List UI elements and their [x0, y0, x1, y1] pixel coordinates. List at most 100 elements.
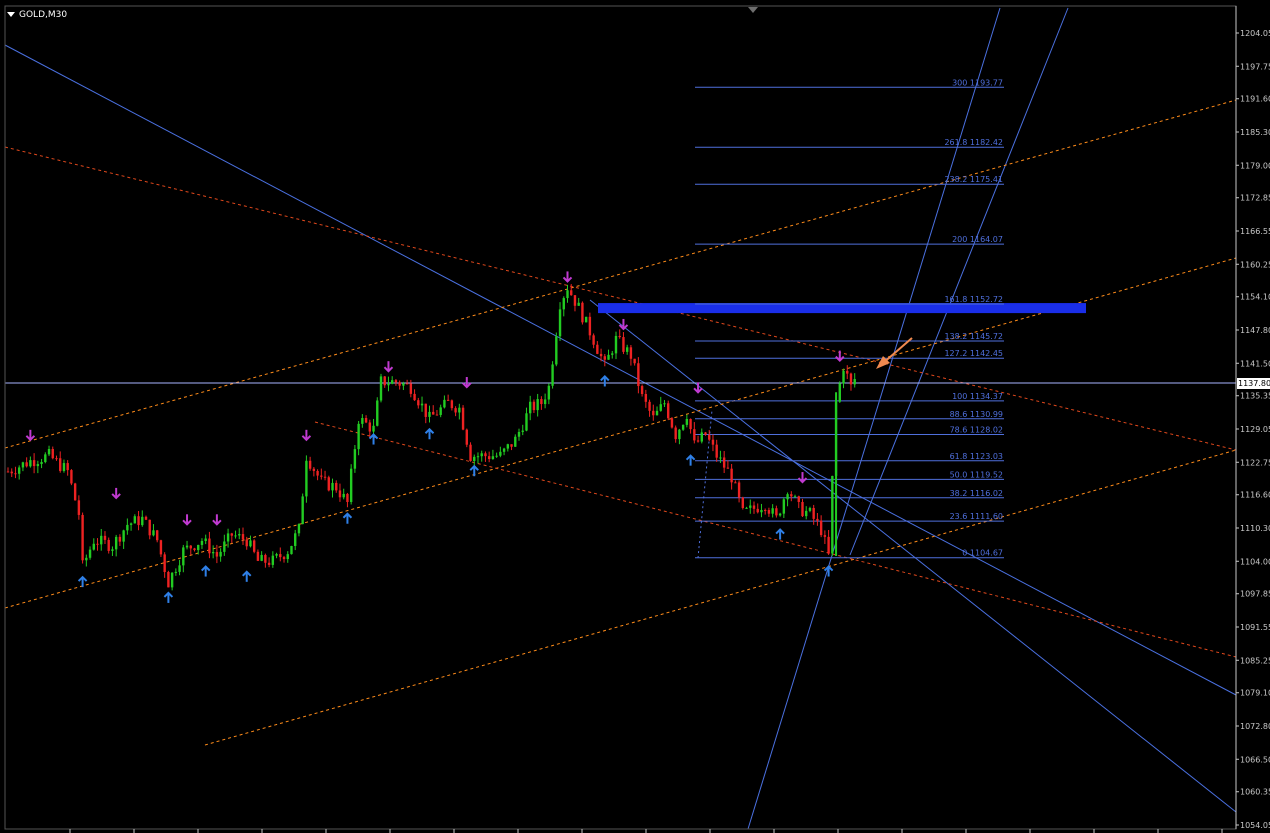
candle-body [47, 448, 51, 455]
candle-body [144, 516, 148, 520]
candle-body [349, 468, 353, 503]
candle-body [543, 399, 547, 405]
signal-arrow-down-icon [462, 377, 472, 389]
candle-body [555, 336, 558, 365]
candle-body [722, 457, 726, 468]
candle-body [185, 545, 189, 548]
candle-body [305, 460, 308, 497]
candle-body [607, 354, 610, 360]
candle-body [133, 516, 137, 524]
candle-body [622, 337, 625, 352]
candle-body [711, 439, 715, 445]
candle-body [208, 538, 211, 554]
candle-body [592, 335, 595, 345]
candle-body [808, 507, 812, 511]
fib-diagonal-dotted [697, 409, 713, 559]
price-tick-label: 1116.60 [1240, 491, 1270, 500]
candle-body [596, 344, 599, 354]
candle-body [238, 534, 241, 536]
candle-body [275, 554, 278, 556]
candle-body [741, 497, 745, 508]
candle-body [424, 403, 427, 417]
candle-body [264, 554, 267, 563]
price-tick-label: 1104.00 [1240, 557, 1270, 566]
gold-m30-chart[interactable]: 0 1104.67 23.6 1111.60 38.2 1116.02 50.0 11… [0, 0, 1270, 833]
candle-body [51, 448, 54, 459]
price-tick-label: 1191.60 [1240, 95, 1270, 104]
candle-body [588, 316, 592, 336]
candle-body [226, 533, 230, 542]
plot-border [4, 5, 1237, 830]
candle-body [540, 399, 543, 405]
signal-arrow-layer [25, 271, 913, 603]
candle-body [159, 540, 163, 555]
candle-body [506, 444, 510, 449]
fib-level-label: 78.6 1128.02 [950, 425, 1003, 434]
candle-body [107, 539, 110, 551]
candle-body [81, 514, 84, 561]
candle-body [44, 454, 47, 463]
candle-body [644, 394, 648, 402]
candle-body [514, 436, 517, 447]
candle-body [308, 460, 312, 469]
signal-arrow-up-icon [685, 454, 696, 466]
candle-body [558, 309, 562, 337]
fib-level-label: 0 1104.67 [962, 549, 1003, 558]
candle-body [394, 380, 398, 383]
candle-body [361, 418, 364, 424]
fib-level-label: 23.6 1111.60 [950, 512, 1003, 521]
candle-body [156, 530, 159, 541]
price-tick-label: 1079.10 [1240, 689, 1270, 698]
candle-body [312, 468, 316, 471]
candle-body [659, 404, 662, 411]
candle-body [335, 482, 338, 491]
candle-body [36, 464, 40, 467]
candle-body [704, 432, 707, 435]
signal-arrow-up-icon [242, 570, 252, 582]
candle-body [338, 490, 342, 498]
candle-body [85, 557, 88, 561]
chart-shift-marker-icon[interactable] [748, 7, 758, 13]
candle-body [786, 494, 789, 500]
fib-level-label: 238.2 1175.41 [944, 175, 1003, 184]
candle-body [667, 403, 670, 419]
candle-body [655, 410, 659, 416]
candle-body [491, 456, 495, 460]
candle-body [88, 549, 92, 558]
candle-body [525, 413, 528, 431]
candle-body [376, 400, 379, 426]
candle-body [730, 468, 733, 483]
candle-body [387, 383, 390, 386]
symbol-menu-icon[interactable] [7, 12, 15, 17]
orange-channel-lower [204, 449, 1237, 746]
candle-body [674, 427, 677, 440]
price-tick-label: 1160.25 [1240, 260, 1270, 269]
candle-body [364, 418, 368, 423]
candle-body [633, 358, 636, 364]
candle-body [529, 401, 532, 414]
candle-body [480, 453, 483, 457]
current-price-tag: 1137.80 [1237, 377, 1270, 389]
candle-body [204, 538, 207, 541]
signal-arrow-down-icon [797, 472, 808, 484]
candle-body [562, 298, 565, 310]
candle-body [118, 536, 122, 542]
candle-body [652, 410, 655, 416]
price-tick-label: 1129.05 [1240, 425, 1270, 434]
price-tick-label: 1122.75 [1240, 458, 1270, 467]
candle-body [614, 335, 618, 354]
candle-body [260, 554, 263, 561]
fib-level-label: 61.8 1123.03 [950, 452, 1003, 461]
candle-body [752, 505, 756, 509]
candle-body [249, 540, 252, 547]
price-tick-label: 1060.35 [1240, 788, 1270, 797]
candle-body [256, 551, 260, 561]
candle-body [252, 540, 256, 552]
candle-body [499, 451, 502, 456]
orange-channel-upper [4, 99, 1237, 449]
candle-body [793, 496, 797, 498]
signal-arrow-down-icon [111, 487, 121, 500]
chart-window: 0 1104.67 23.6 1111.60 38.2 1116.02 50.0 11… [0, 0, 1270, 833]
candle-body [331, 482, 334, 491]
price-tick-label: 1172.85 [1240, 194, 1270, 203]
